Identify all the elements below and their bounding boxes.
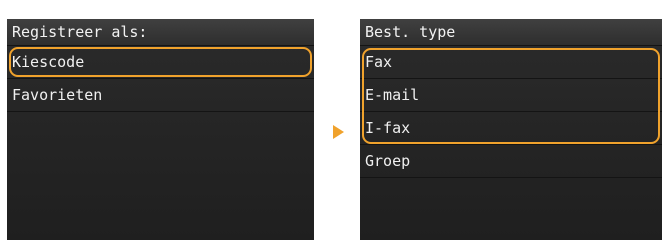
menu-item-favorieten[interactable]: Favorieten [7, 79, 314, 112]
register-as-screen: Registreer als: Kiescode Favorieten [7, 19, 314, 240]
menu-item-label: I-fax [365, 119, 411, 137]
menu-item-email[interactable]: E-mail [360, 79, 662, 112]
menu-item-kiescode[interactable]: Kiescode [7, 46, 314, 79]
screen-title: Registreer als: [7, 19, 314, 46]
destination-type-screen: Best. type Fax E-mail I-fax Groep [360, 19, 662, 240]
menu-item-groep[interactable]: Groep [360, 145, 662, 178]
menu-item-label: Fax [365, 53, 393, 71]
arrow-right-icon [333, 125, 344, 139]
menu-item-ifax[interactable]: I-fax [360, 112, 662, 145]
menu-item-label: Groep [365, 152, 411, 170]
screen-title: Best. type [360, 19, 662, 46]
menu-item-fax[interactable]: Fax [360, 46, 662, 79]
menu-item-label: Kiescode [12, 53, 85, 71]
menu-item-label: E-mail [365, 86, 420, 104]
menu-item-label: Favorieten [12, 86, 103, 104]
